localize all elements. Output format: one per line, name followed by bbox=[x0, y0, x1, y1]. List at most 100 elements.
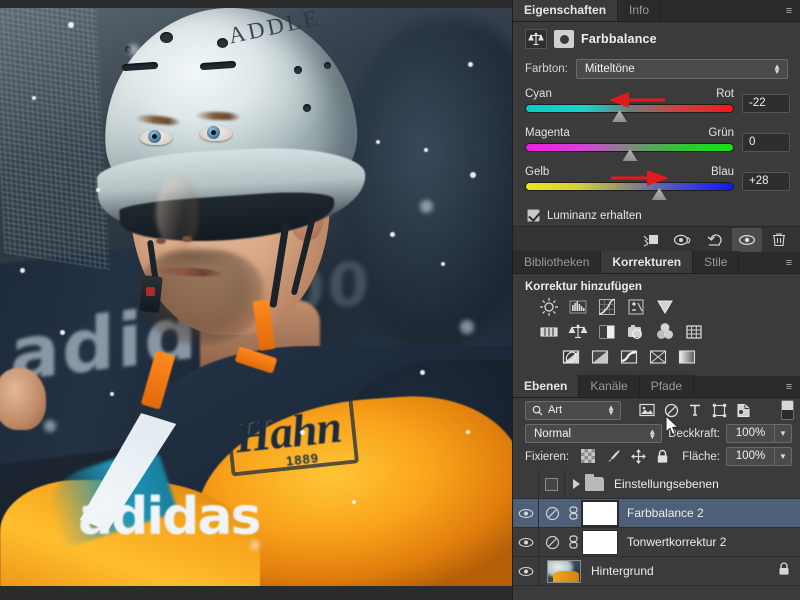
yellow-blue-track bbox=[525, 182, 734, 191]
helmet-vent bbox=[217, 38, 228, 48]
tab-bibliotheken[interactable]: Bibliotheken bbox=[513, 251, 601, 273]
document-image[interactable]: adidas 000 ADDLE bbox=[0, 0, 512, 600]
adjustments-row-1 bbox=[539, 297, 788, 317]
layer-kind-select[interactable]: Art ▲▼ bbox=[525, 401, 621, 420]
tab-ebenen[interactable]: Ebenen bbox=[513, 375, 579, 397]
layer-visibility-toggle[interactable] bbox=[513, 470, 539, 498]
fill-dropdown-icon[interactable]: ▼ bbox=[774, 447, 792, 466]
luminance-row[interactable]: Luminanz erhalten bbox=[513, 204, 800, 226]
helmet-vent bbox=[160, 32, 173, 43]
layer-mask-thumbnail[interactable] bbox=[583, 531, 617, 554]
opacity-value[interactable]: 100% bbox=[726, 424, 774, 443]
smart-object-filter-icon[interactable] bbox=[731, 400, 755, 420]
layer-name: Hintergrund bbox=[591, 564, 654, 578]
tab-eigenschaften[interactable]: Eigenschaften bbox=[513, 0, 618, 21]
filter-enable-toggle[interactable] bbox=[781, 400, 794, 420]
visibility-icon bbox=[518, 537, 534, 548]
red-label: Rot bbox=[716, 88, 734, 100]
yellow-blue-slider[interactable] bbox=[525, 180, 734, 200]
panel-column: Eigenschaften Info ≡ Farbbalance Farbton… bbox=[512, 0, 800, 600]
magenta-green-slider[interactable] bbox=[525, 141, 734, 161]
panel-menu-icon[interactable]: ≡ bbox=[782, 4, 796, 18]
selective-color-icon[interactable] bbox=[677, 347, 697, 367]
levels-icon[interactable] bbox=[568, 297, 588, 317]
layer-link-icon[interactable] bbox=[565, 506, 581, 520]
yellow-blue-value[interactable]: +28 bbox=[742, 172, 790, 191]
lock-row: Fixieren: bbox=[513, 445, 800, 468]
threshold-icon[interactable] bbox=[619, 347, 639, 367]
posterize-icon[interactable] bbox=[590, 347, 610, 367]
exposure-icon[interactable] bbox=[626, 297, 646, 317]
hue-saturation-icon[interactable] bbox=[539, 322, 559, 342]
tab-korrekturen[interactable]: Korrekturen bbox=[601, 251, 693, 273]
opacity-dropdown-icon[interactable]: ▼ bbox=[774, 424, 792, 443]
gradient-map-icon[interactable] bbox=[648, 347, 668, 367]
shape-layer-filter-icon[interactable] bbox=[707, 400, 731, 420]
layer-mask-thumbnail[interactable] bbox=[583, 502, 617, 525]
canvas-area[interactable]: adidas 000 ADDLE bbox=[0, 0, 512, 600]
cyan-red-slider[interactable] bbox=[525, 102, 734, 122]
luminance-checkbox[interactable] bbox=[527, 209, 540, 222]
helmet-vent bbox=[294, 66, 302, 74]
clip-to-layer-icon[interactable] bbox=[554, 30, 574, 48]
layer-list[interactable]: Einstellungsebenen Farbbalance 2 bbox=[513, 468, 800, 600]
color-lookup-icon[interactable] bbox=[684, 322, 704, 342]
group-checkbox-cell[interactable] bbox=[539, 470, 565, 498]
fill-value[interactable]: 100% bbox=[726, 447, 774, 466]
adjustment-layer-filter-icon[interactable] bbox=[659, 400, 683, 420]
tone-label: Farbton: bbox=[525, 63, 568, 75]
properties-header: Farbbalance bbox=[513, 22, 800, 55]
layer-visibility-toggle[interactable] bbox=[513, 528, 539, 556]
table-row[interactable]: Tonwertkorrektur 2 bbox=[513, 528, 800, 557]
cyan-label: Cyan bbox=[525, 88, 552, 100]
table-row[interactable]: Hintergrund bbox=[513, 557, 800, 586]
vibrance-icon[interactable] bbox=[655, 297, 675, 317]
delete-icon[interactable] bbox=[764, 228, 794, 252]
fill-label: Fläche: bbox=[682, 451, 720, 463]
invert-icon[interactable] bbox=[561, 347, 581, 367]
chevron-right-icon[interactable] bbox=[569, 479, 583, 489]
layer-link-icon[interactable] bbox=[565, 535, 581, 549]
clip-to-layer-icon[interactable] bbox=[636, 228, 666, 252]
curves-icon[interactable] bbox=[597, 297, 617, 317]
magenta-green-slider-row: Magenta Grün 0 bbox=[513, 126, 800, 165]
channel-mixer-icon[interactable] bbox=[655, 322, 675, 342]
lock-transparency-icon[interactable] bbox=[581, 449, 597, 465]
visibility-icon bbox=[518, 508, 534, 519]
table-row[interactable]: Einstellungsebenen bbox=[513, 470, 800, 499]
tab-info[interactable]: Info bbox=[618, 0, 661, 21]
tone-select[interactable]: Mitteltöne ▲▼ bbox=[576, 59, 788, 79]
panel-menu-icon[interactable]: ≡ bbox=[782, 380, 796, 394]
layer-visibility-toggle[interactable] bbox=[513, 557, 539, 585]
lock-image-icon[interactable] bbox=[606, 449, 622, 465]
chevron-updown-icon: ▲▼ bbox=[607, 405, 615, 415]
canvas-bottom-margin bbox=[0, 586, 512, 600]
tab-pfade[interactable]: Pfade bbox=[640, 375, 694, 397]
tab-kanaele[interactable]: Kanäle bbox=[579, 375, 639, 397]
visibility-icon[interactable] bbox=[732, 228, 762, 252]
cyan-red-value[interactable]: -22 bbox=[742, 94, 790, 113]
layer-name: Farbbalance 2 bbox=[627, 506, 704, 520]
panel-menu-icon[interactable]: ≡ bbox=[782, 256, 796, 270]
photo-filter-icon[interactable] bbox=[626, 322, 646, 342]
luminance-label: Luminanz erhalten bbox=[547, 210, 642, 222]
photoshop-window: adidas 000 ADDLE bbox=[0, 0, 800, 600]
table-row[interactable]: Farbbalance 2 bbox=[513, 499, 800, 528]
pupil-left bbox=[152, 134, 157, 139]
blend-mode-select[interactable]: Normal ▲▼ bbox=[525, 424, 662, 443]
lock-all-icon[interactable] bbox=[656, 449, 672, 465]
tab-stile[interactable]: Stile bbox=[693, 251, 739, 273]
layer-visibility-toggle[interactable] bbox=[513, 499, 539, 527]
color-balance-icon[interactable] bbox=[568, 322, 588, 342]
black-white-icon[interactable] bbox=[597, 322, 617, 342]
magenta-green-value[interactable]: 0 bbox=[742, 133, 790, 152]
layer-thumbnail[interactable] bbox=[547, 560, 581, 583]
brightness-contrast-icon[interactable] bbox=[539, 297, 559, 317]
lock-position-icon[interactable] bbox=[631, 449, 647, 465]
type-layer-filter-icon[interactable] bbox=[683, 400, 707, 420]
adjustment-layer-icon bbox=[539, 506, 565, 521]
pixel-layer-filter-icon[interactable] bbox=[635, 400, 659, 420]
visibility-icon bbox=[518, 566, 534, 577]
reset-icon[interactable] bbox=[700, 228, 730, 252]
toggle-mask-view-icon[interactable] bbox=[668, 228, 698, 252]
